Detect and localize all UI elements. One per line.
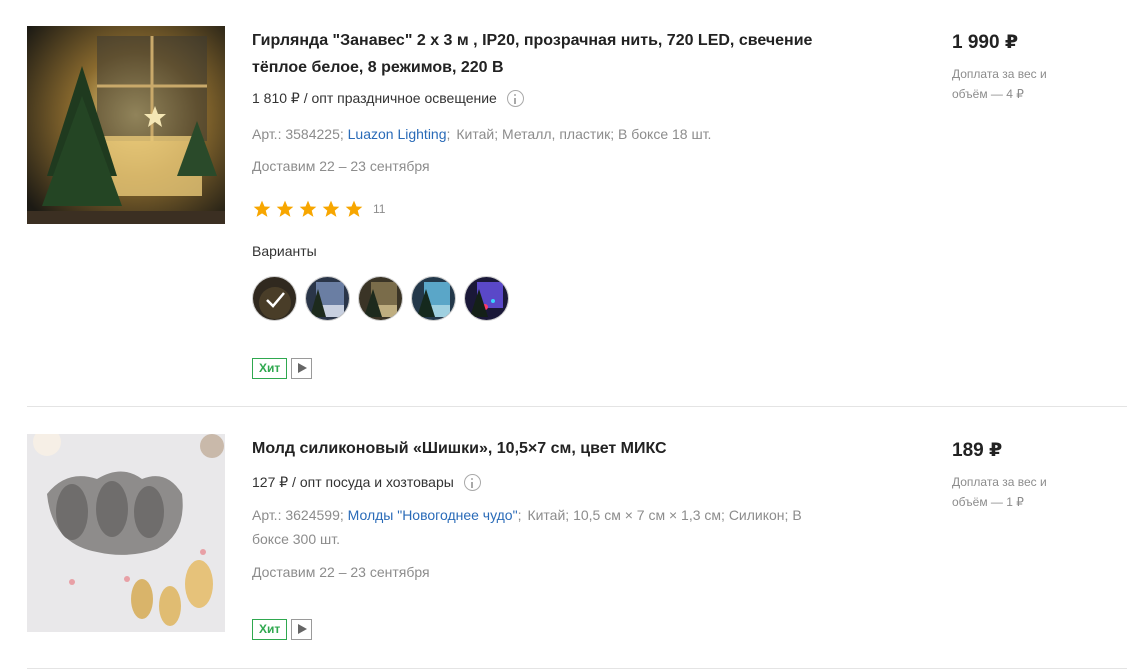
opt-price: 1 810 ₽ / опт праздничное освещение <box>252 90 524 107</box>
meta-origin: Китай; <box>456 126 499 142</box>
meta-origin: Китай; <box>527 507 570 523</box>
meta-material: Металл, пластик; <box>502 126 615 142</box>
variant-swatch-selected[interactable] <box>252 276 297 321</box>
product-badges: Хит <box>252 619 313 640</box>
divider <box>27 406 1127 407</box>
brand-link[interactable]: Молды "Новогоднее чудо" <box>348 507 518 523</box>
variant-swatch[interactable] <box>464 276 509 321</box>
product-title[interactable]: Молд силиконовый «Шишки», 10,5×7 см, цве… <box>252 435 842 462</box>
opt-price-text: 127 ₽ / опт посуда и хозтовары <box>252 474 454 490</box>
star-icon <box>345 200 363 217</box>
article-number: Арт.: 3624599; <box>252 507 344 523</box>
product-meta: Арт.: 3584225; Luazon Lighting; Китай; Ме… <box>252 122 852 146</box>
product-title[interactable]: Гирлянда "Занавес" 2 х 3 м , IP20, прозр… <box>252 27 842 81</box>
divider <box>27 668 1127 669</box>
surcharge-note: Доплата за вес и объём — 1 ₽ <box>952 475 1047 509</box>
star-icon <box>299 200 317 217</box>
variant-swatch[interactable] <box>358 276 403 321</box>
opt-price-text: 1 810 ₽ / опт праздничное освещение <box>252 90 497 106</box>
product-image[interactable] <box>27 26 225 224</box>
info-icon[interactable] <box>506 90 524 107</box>
product-card: Гирлянда "Занавес" 2 х 3 м , IP20, прозр… <box>27 26 1127 406</box>
hit-badge: Хит <box>252 358 288 379</box>
meta-material: Силикон; <box>728 507 789 523</box>
surcharge-note: Доплата за вес и объём — 4 ₽ <box>952 67 1047 101</box>
play-icon[interactable] <box>291 358 313 379</box>
product-card: Молд силиконовый «Шишки», 10,5×7 см, цве… <box>27 434 1127 668</box>
meta-dimensions: 10,5 см × 7 см × 1,3 см; <box>573 507 725 523</box>
rating[interactable]: 11 <box>252 199 385 219</box>
meta-box-qty: В боксе 18 шт. <box>618 126 712 142</box>
variant-swatch[interactable] <box>305 276 350 321</box>
star-icon <box>322 200 340 217</box>
product-meta: Арт.: 3624599; Молды "Новогоднее чудо"; К… <box>252 503 822 551</box>
info-icon[interactable] <box>463 474 481 491</box>
product-price: 189 ₽ <box>952 440 1003 461</box>
delivery-date: Доставим 22 – 23 сентября <box>252 158 430 174</box>
variant-swatch[interactable] <box>411 276 456 321</box>
meta-separator: ; <box>446 126 451 142</box>
variants-list <box>252 276 517 321</box>
variants-label: Варианты <box>252 243 317 259</box>
product-image[interactable] <box>27 434 225 632</box>
play-icon[interactable] <box>291 619 313 640</box>
article-number: Арт.: 3584225; <box>252 126 344 142</box>
star-icon <box>253 200 271 217</box>
product-badges: Хит <box>252 358 313 379</box>
rating-count: 11 <box>373 202 386 216</box>
meta-separator: ; <box>517 507 522 523</box>
opt-price: 127 ₽ / опт посуда и хозтовары <box>252 474 481 491</box>
brand-link[interactable]: Luazon Lighting <box>348 126 447 142</box>
star-icon <box>276 200 294 217</box>
product-price: 1 990 ₽ <box>952 32 1019 53</box>
delivery-date: Доставим 22 – 23 сентября <box>252 564 430 580</box>
hit-badge: Хит <box>252 619 288 640</box>
